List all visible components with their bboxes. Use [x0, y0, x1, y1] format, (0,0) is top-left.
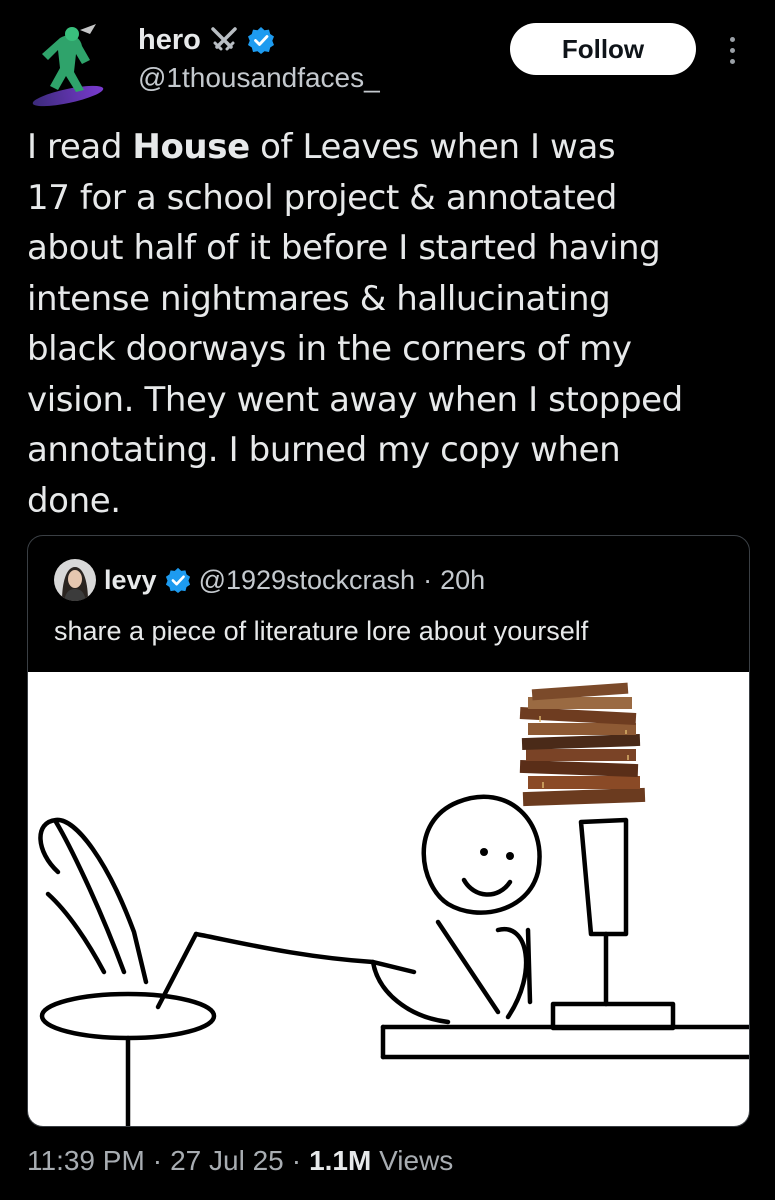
tweet-metadata: 11:39 PM · 27 Jul 25 · 1.1M Views: [27, 1145, 453, 1177]
quoted-author-name[interactable]: levy: [104, 565, 157, 596]
quoted-author-handle[interactable]: @1929stockcrash: [199, 565, 416, 596]
author-avatar[interactable]: [30, 20, 112, 110]
tweet-line: annotating. I burned my copy when: [27, 430, 621, 470]
views-label: Views: [379, 1145, 454, 1176]
tweet-text-segment: I read: [27, 127, 133, 167]
tweet-line: 17 for a school project & annotated: [27, 177, 617, 218]
quoted-timestamp[interactable]: 20h: [440, 565, 485, 596]
more-options-button[interactable]: [720, 30, 744, 70]
tweet-date[interactable]: 27 Jul 25: [170, 1145, 284, 1177]
stick-figure-reading-meme-image: [38, 682, 749, 1126]
tweet-line: intense nightmares & hallucinating: [27, 278, 611, 319]
tweet-line: done.: [27, 480, 121, 521]
tweet-line: black doorways in the corners of my: [27, 329, 632, 369]
quoted-tweet-text: share a piece of literature lore about y…: [54, 616, 589, 646]
views-count: 1.1M: [309, 1145, 372, 1176]
views-count-group[interactable]: 1.1M Views: [309, 1145, 453, 1177]
separator-dot: ·: [291, 1145, 302, 1176]
tweet-line: vision. They went away when I stopped: [27, 379, 683, 420]
follow-button[interactable]: Follow: [510, 23, 696, 75]
verified-badge-icon: [247, 27, 274, 54]
crossed-swords-icon: [211, 27, 237, 51]
quoted-tweet-header: levy @1929stockcrash · 20h: [54, 558, 485, 602]
portrait-avatar-icon: [54, 559, 96, 601]
tweet-text-segment: of Leaves when I was: [249, 127, 616, 167]
more-vertical-icon: [729, 36, 735, 42]
quoted-tweet[interactable]: levy @1929stockcrash · 20h share a piece…: [27, 535, 750, 1127]
author-name[interactable]: hero: [138, 24, 201, 57]
tweet-line: about half of it before I started having: [27, 228, 661, 268]
tweet-text: I read House of Leaves when I was 17 for …: [27, 122, 752, 526]
tweet-text-bold: House: [132, 127, 250, 167]
verified-badge-icon: [165, 567, 190, 593]
separator-dot: ·: [152, 1145, 163, 1176]
tweet-time[interactable]: 11:39 PM: [27, 1145, 145, 1177]
author-handle[interactable]: @1thousandfaces_: [138, 62, 380, 94]
surfer-figure-icon: [32, 24, 104, 107]
quoted-author-avatar[interactable]: [54, 559, 96, 601]
quoted-tweet-image[interactable]: [28, 672, 749, 1126]
author-name-row: hero: [138, 22, 275, 58]
separator-dot: ·: [423, 564, 433, 595]
